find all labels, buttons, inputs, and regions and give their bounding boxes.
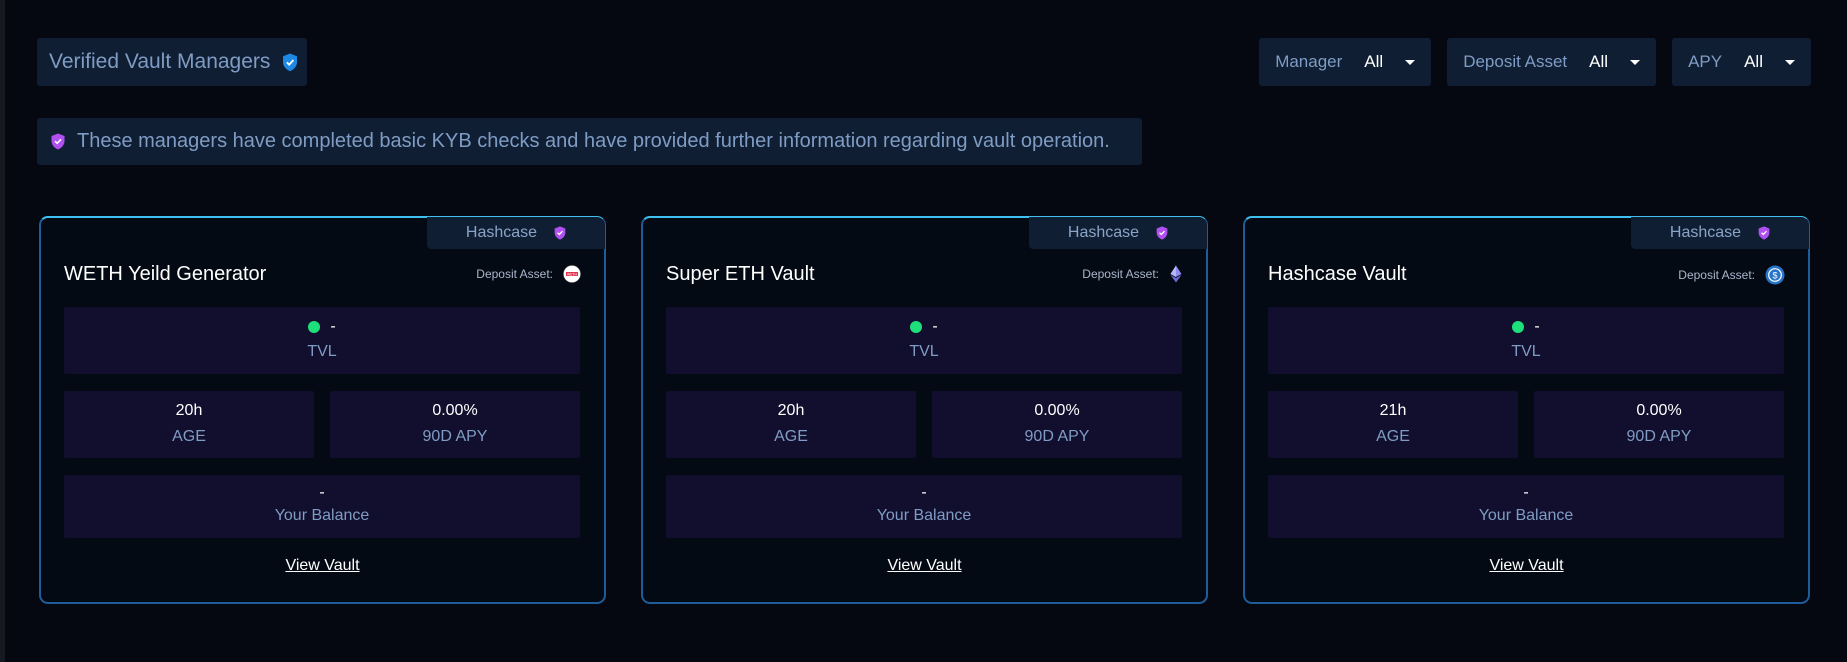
age-label: AGE: [1376, 428, 1410, 445]
tvl-box: - TVL: [1268, 307, 1784, 374]
balance-box: - Your Balance: [64, 475, 580, 538]
svg-text:WETH: WETH: [567, 272, 578, 276]
vault-name: Super ETH Vault: [666, 263, 815, 285]
age-value: 20h: [175, 402, 203, 419]
tvl-box: - TVL: [64, 307, 580, 374]
filter-bar: Manager All Deposit Asset All APY All: [1259, 38, 1811, 86]
balance-value: -: [921, 484, 927, 501]
deposit-asset: Deposit Asset: $: [1678, 265, 1785, 285]
manager-tag[interactable]: Hashcase: [427, 217, 605, 249]
verified-badge-icon: [1156, 226, 1168, 240]
deposit-asset-label: Deposit Asset:: [1082, 267, 1159, 281]
tvl-label: TVL: [307, 343, 337, 360]
notice-text: These managers have completed basic KYB …: [77, 130, 1110, 152]
apy-box: 0.00% 90D APY: [330, 391, 580, 458]
manager-tag[interactable]: Hashcase: [1631, 217, 1809, 249]
caret-down-icon: [1630, 59, 1641, 65]
verified-badge-icon: [554, 226, 566, 240]
svg-text:$: $: [1772, 271, 1777, 281]
deposit-asset: Deposit Asset:: [1082, 265, 1183, 283]
view-vault-link[interactable]: View Vault: [41, 557, 604, 575]
manager-filter-dropdown[interactable]: Manager All: [1259, 38, 1432, 86]
filter-label: Deposit Asset: [1463, 52, 1568, 71]
verified-badge-icon: [51, 133, 65, 150]
manager-tag[interactable]: Hashcase: [1029, 217, 1207, 249]
caret-down-icon: [1785, 59, 1795, 65]
verified-badge-icon: [1758, 226, 1770, 240]
tvl-label: TVL: [1511, 343, 1541, 360]
filter-value: All: [1589, 52, 1609, 71]
filter-value: All: [1744, 52, 1763, 71]
apy-label: 90D APY: [1024, 428, 1090, 445]
age-box: 20h AGE: [666, 391, 916, 458]
status-dot: [1512, 321, 1525, 333]
tvl-label: TVL: [909, 343, 939, 360]
age-label: AGE: [172, 428, 206, 445]
deposit-asset-filter-dropdown[interactable]: Deposit Asset All: [1447, 38, 1657, 86]
apy-box: 0.00% 90D APY: [932, 391, 1182, 458]
status-dot: [308, 321, 321, 333]
balance-label: Your Balance: [274, 507, 370, 524]
page-title: Verified Vault Managers: [37, 38, 307, 86]
filter-value: All: [1364, 52, 1384, 71]
age-value: 21h: [1379, 402, 1407, 419]
weth-icon: WETH: [563, 265, 581, 283]
view-vault-link[interactable]: View Vault: [1245, 557, 1808, 575]
balance-box: - Your Balance: [1268, 475, 1784, 538]
age-value: 20h: [777, 402, 805, 419]
age-label: AGE: [774, 428, 808, 445]
tvl-value: -: [1534, 318, 1540, 335]
balance-box: - Your Balance: [666, 475, 1182, 538]
vault-name: Hashcase Vault: [1268, 263, 1407, 285]
page-title-text: Verified Vault Managers: [49, 50, 271, 73]
caret-down-icon: [1405, 59, 1416, 65]
vault-card: Hashcase WETH Yeild Generator Deposit As…: [39, 216, 606, 604]
apy-filter-dropdown[interactable]: APY All: [1672, 38, 1811, 86]
apy-label: 90D APY: [1626, 428, 1692, 445]
tvl-value: -: [330, 318, 336, 335]
apy-value: 0.00%: [432, 402, 478, 419]
manager-name: Hashcase: [1669, 224, 1742, 241]
balance-value: -: [1523, 484, 1529, 501]
deposit-asset-label: Deposit Asset:: [476, 267, 553, 281]
apy-box: 0.00% 90D APY: [1534, 391, 1784, 458]
window-edge: [0, 0, 5, 662]
view-vault-link[interactable]: View Vault: [643, 557, 1206, 575]
manager-name: Hashcase: [1067, 224, 1140, 241]
tvl-value: -: [932, 318, 938, 335]
tvl-box: - TVL: [666, 307, 1182, 374]
deposit-asset: Deposit Asset: WETH: [476, 265, 581, 283]
deposit-asset-label: Deposit Asset:: [1678, 268, 1755, 282]
balance-label: Your Balance: [876, 507, 972, 524]
vault-card: Hashcase Super ETH Vault Deposit Asset: …: [641, 216, 1208, 604]
age-box: 20h AGE: [64, 391, 314, 458]
balance-label: Your Balance: [1478, 507, 1574, 524]
apy-value: 0.00%: [1034, 402, 1080, 419]
balance-value: -: [319, 484, 325, 501]
verification-notice: These managers have completed basic KYB …: [37, 118, 1142, 165]
apy-label: 90D APY: [422, 428, 488, 445]
verified-shield-icon: [282, 53, 298, 72]
filter-label: Manager: [1275, 52, 1343, 71]
eth-icon: [1169, 265, 1183, 283]
usdc-icon: $: [1765, 265, 1785, 285]
vault-name: WETH Yeild Generator: [64, 263, 267, 285]
filter-label: APY: [1688, 52, 1723, 71]
manager-name: Hashcase: [465, 224, 538, 241]
age-box: 21h AGE: [1268, 391, 1518, 458]
vault-card: Hashcase Hashcase Vault Deposit Asset: $…: [1243, 216, 1810, 604]
header: Verified Vault Managers Manager All Depo…: [37, 38, 1811, 87]
status-dot: [910, 321, 923, 333]
apy-value: 0.00%: [1636, 402, 1682, 419]
